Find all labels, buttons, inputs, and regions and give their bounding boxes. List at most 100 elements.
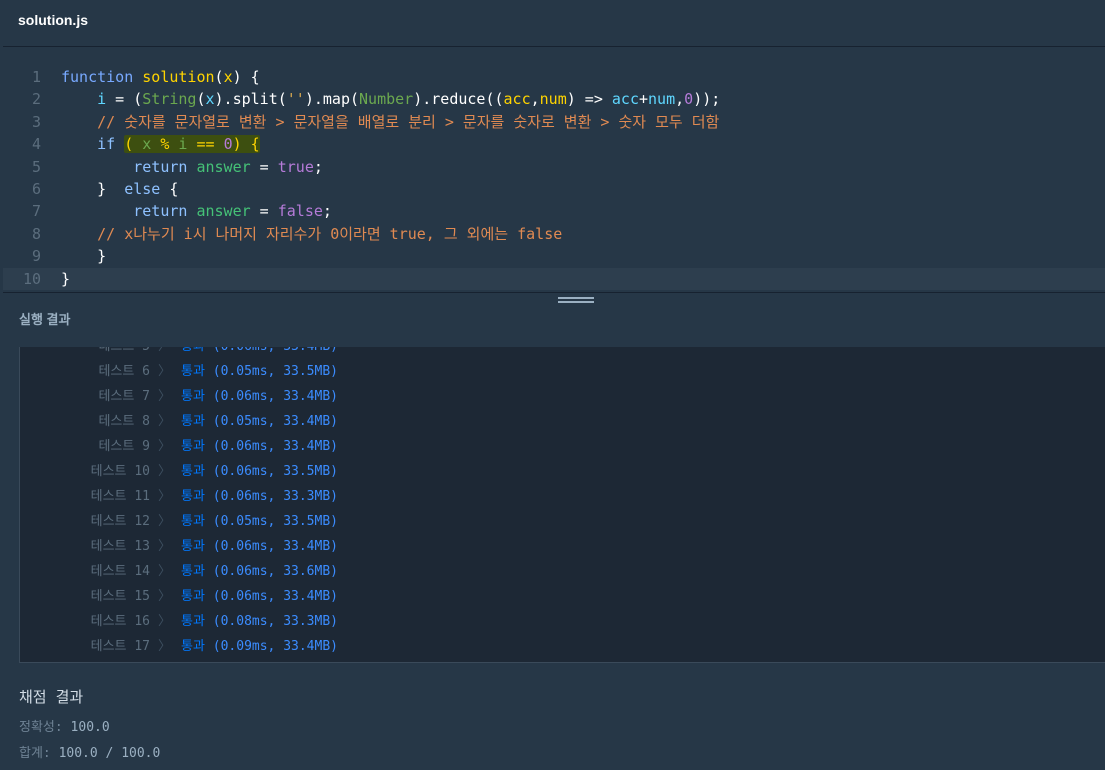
- grading-title: 채점 결과: [19, 688, 84, 706]
- code-line[interactable]: 9 }: [3, 245, 1105, 267]
- chevron-right-icon: 〉: [158, 589, 172, 604]
- bracket-highlight: ( x % i == 0) {: [124, 135, 260, 154]
- punct: ) {: [232, 68, 260, 86]
- code-line-active[interactable]: 10}: [3, 267, 1105, 290]
- test-result-row: 테스트 7 〉 통과 (0.06ms, 33.4MB): [20, 384, 338, 409]
- test-label: 테스트 5: [20, 347, 150, 359]
- chevron-right-icon: 〉: [158, 414, 172, 429]
- test-result-row: 테스트 17 〉 통과 (0.09ms, 33.4MB): [20, 634, 338, 659]
- test-detail: (0.05ms, 33.5MB): [212, 364, 338, 379]
- chevron-right-icon: 〉: [158, 639, 172, 654]
- code-line[interactable]: 4 if ( x % i == 0) {: [3, 133, 1105, 155]
- test-detail: (0.05ms, 33.5MB): [212, 514, 338, 529]
- punct: (: [124, 135, 143, 154]
- test-label: 테스트 11: [90, 489, 150, 504]
- editor-tab-bar: solution.js: [3, 0, 1105, 47]
- code-line[interactable]: 1 function solution(x) {: [3, 66, 1105, 88]
- test-detail: (0.08ms, 33.3MB): [212, 614, 338, 629]
- code-line[interactable]: 6 } else {: [3, 178, 1105, 200]
- test-status: 통과: [181, 389, 205, 404]
- test-status: 통과: [181, 614, 205, 629]
- code-editor[interactable]: solution.js 1 function solution(x) { 2 i …: [3, 0, 1105, 292]
- accuracy-value: 100.0: [70, 720, 110, 735]
- code-area[interactable]: 1 function solution(x) { 2 i = (String(x)…: [3, 66, 1105, 290]
- test-label: 테스트 12: [90, 514, 150, 529]
- test-detail: (0.06ms, 33.4MB): [212, 389, 338, 404]
- punct: }: [61, 269, 71, 288]
- chevron-right-icon: 〉: [158, 564, 172, 579]
- line-number: 5: [31, 157, 41, 176]
- boolean: true: [277, 157, 314, 176]
- total-line: 합계: 100.0 / 100.0: [19, 742, 619, 761]
- test-result-row: 테스트 13 〉 통과 (0.06ms, 33.4MB): [20, 534, 338, 559]
- punct: }: [97, 247, 107, 266]
- punct: ));: [693, 90, 721, 109]
- test-status: 통과: [181, 464, 205, 479]
- file-tab-solution[interactable]: solution.js: [18, 12, 88, 28]
- param: num: [539, 90, 567, 109]
- result-panel-header: 실행 결과: [3, 292, 1105, 348]
- identifier: x: [142, 135, 152, 154]
- code-line[interactable]: 2 i = (String(x).split('').map(Number).r…: [3, 88, 1105, 110]
- test-label: 테스트 17: [90, 639, 150, 654]
- punct: ) {: [232, 135, 260, 154]
- code-line[interactable]: 7 return answer = false;: [3, 200, 1105, 222]
- identifier: acc: [611, 90, 639, 109]
- test-result-row: 테스트 5〉통과 (0.06ms, 33.4MB): [20, 347, 338, 359]
- punct: +: [639, 90, 649, 109]
- line-number: 4: [31, 135, 41, 154]
- test-results-console[interactable]: 테스트 5〉통과 (0.06ms, 33.4MB)테스트 6〉통과 (0.05m…: [19, 347, 1105, 663]
- punct: {: [160, 179, 179, 198]
- test-result-row: 테스트 12 〉 통과 (0.05ms, 33.5MB): [20, 509, 338, 534]
- test-detail: (0.05ms, 33.4MB): [212, 414, 338, 429]
- identifier: i: [97, 90, 107, 109]
- keyword: function: [61, 68, 134, 86]
- number: 0: [684, 90, 694, 109]
- punct: ) =>: [566, 90, 612, 109]
- identifier: answer: [196, 157, 251, 176]
- line-number: 3: [31, 112, 41, 131]
- test-status: 통과: [181, 414, 205, 429]
- chevron-right-icon: 〉: [158, 464, 172, 479]
- test-result-row: 테스트 16 〉 통과 (0.08ms, 33.3MB): [20, 609, 338, 634]
- test-detail: (0.06ms, 33.4MB): [213, 347, 338, 354]
- string: '': [286, 90, 305, 109]
- chevron-right-icon: 〉: [158, 539, 172, 554]
- test-label: 테스트 15: [90, 589, 150, 604]
- test-label: 테스트 7: [98, 389, 150, 404]
- result-panel-title: 실행 결과: [19, 312, 71, 327]
- code-line[interactable]: 3 // 숫자를 문자열로 변환 > 문자열을 배열로 분리 > 문자를 숫자로…: [3, 111, 1105, 133]
- type: Number: [359, 90, 414, 109]
- test-result-row: 테스트 15 〉 통과 (0.06ms, 33.4MB): [20, 584, 338, 609]
- code-line[interactable]: 5 return answer = true;: [3, 156, 1105, 178]
- test-detail: (0.06ms, 33.5MB): [212, 464, 338, 479]
- number: 0: [223, 135, 233, 154]
- param: acc: [503, 90, 531, 109]
- operator: =: [250, 157, 278, 176]
- comment: // x나누기 i시 나머지 자리수가 0이라면 true, 그 외에는 fal…: [97, 224, 563, 243]
- accuracy-label: 정확성:: [19, 720, 63, 735]
- punct: ).map(: [304, 90, 360, 109]
- code-line[interactable]: 8 // x나누기 i시 나머지 자리수가 0이라면 true, 그 외에는 f…: [3, 223, 1105, 245]
- chevron-right-icon: 〉: [158, 614, 172, 629]
- resize-handle-icon[interactable]: [558, 297, 594, 307]
- test-detail: (0.06ms, 33.4MB): [212, 439, 338, 454]
- test-results-list: 테스트 5〉통과 (0.06ms, 33.4MB)테스트 6〉통과 (0.05m…: [20, 347, 338, 659]
- test-status: 통과: [181, 347, 205, 354]
- identifier: x: [205, 90, 215, 109]
- test-result-row: 테스트 8 〉 통과 (0.05ms, 33.4MB): [20, 409, 338, 434]
- line-number: 10: [22, 269, 41, 288]
- punct: ).split(: [214, 90, 287, 109]
- test-result-row: 테스트 14 〉 통과 (0.06ms, 33.6MB): [20, 559, 338, 584]
- operator: ==: [187, 135, 224, 154]
- punct: ).reduce((: [413, 90, 504, 109]
- test-label: 테스트 16: [90, 614, 150, 629]
- punct: ;: [313, 157, 323, 176]
- line-number: 7: [31, 202, 41, 221]
- keyword: return: [133, 202, 188, 221]
- punct: (: [196, 90, 206, 109]
- test-status: 통과: [181, 514, 205, 529]
- test-detail: (0.06ms, 33.3MB): [212, 489, 338, 504]
- function-name: solution: [142, 68, 215, 86]
- chevron-right-icon: 〉: [158, 439, 172, 454]
